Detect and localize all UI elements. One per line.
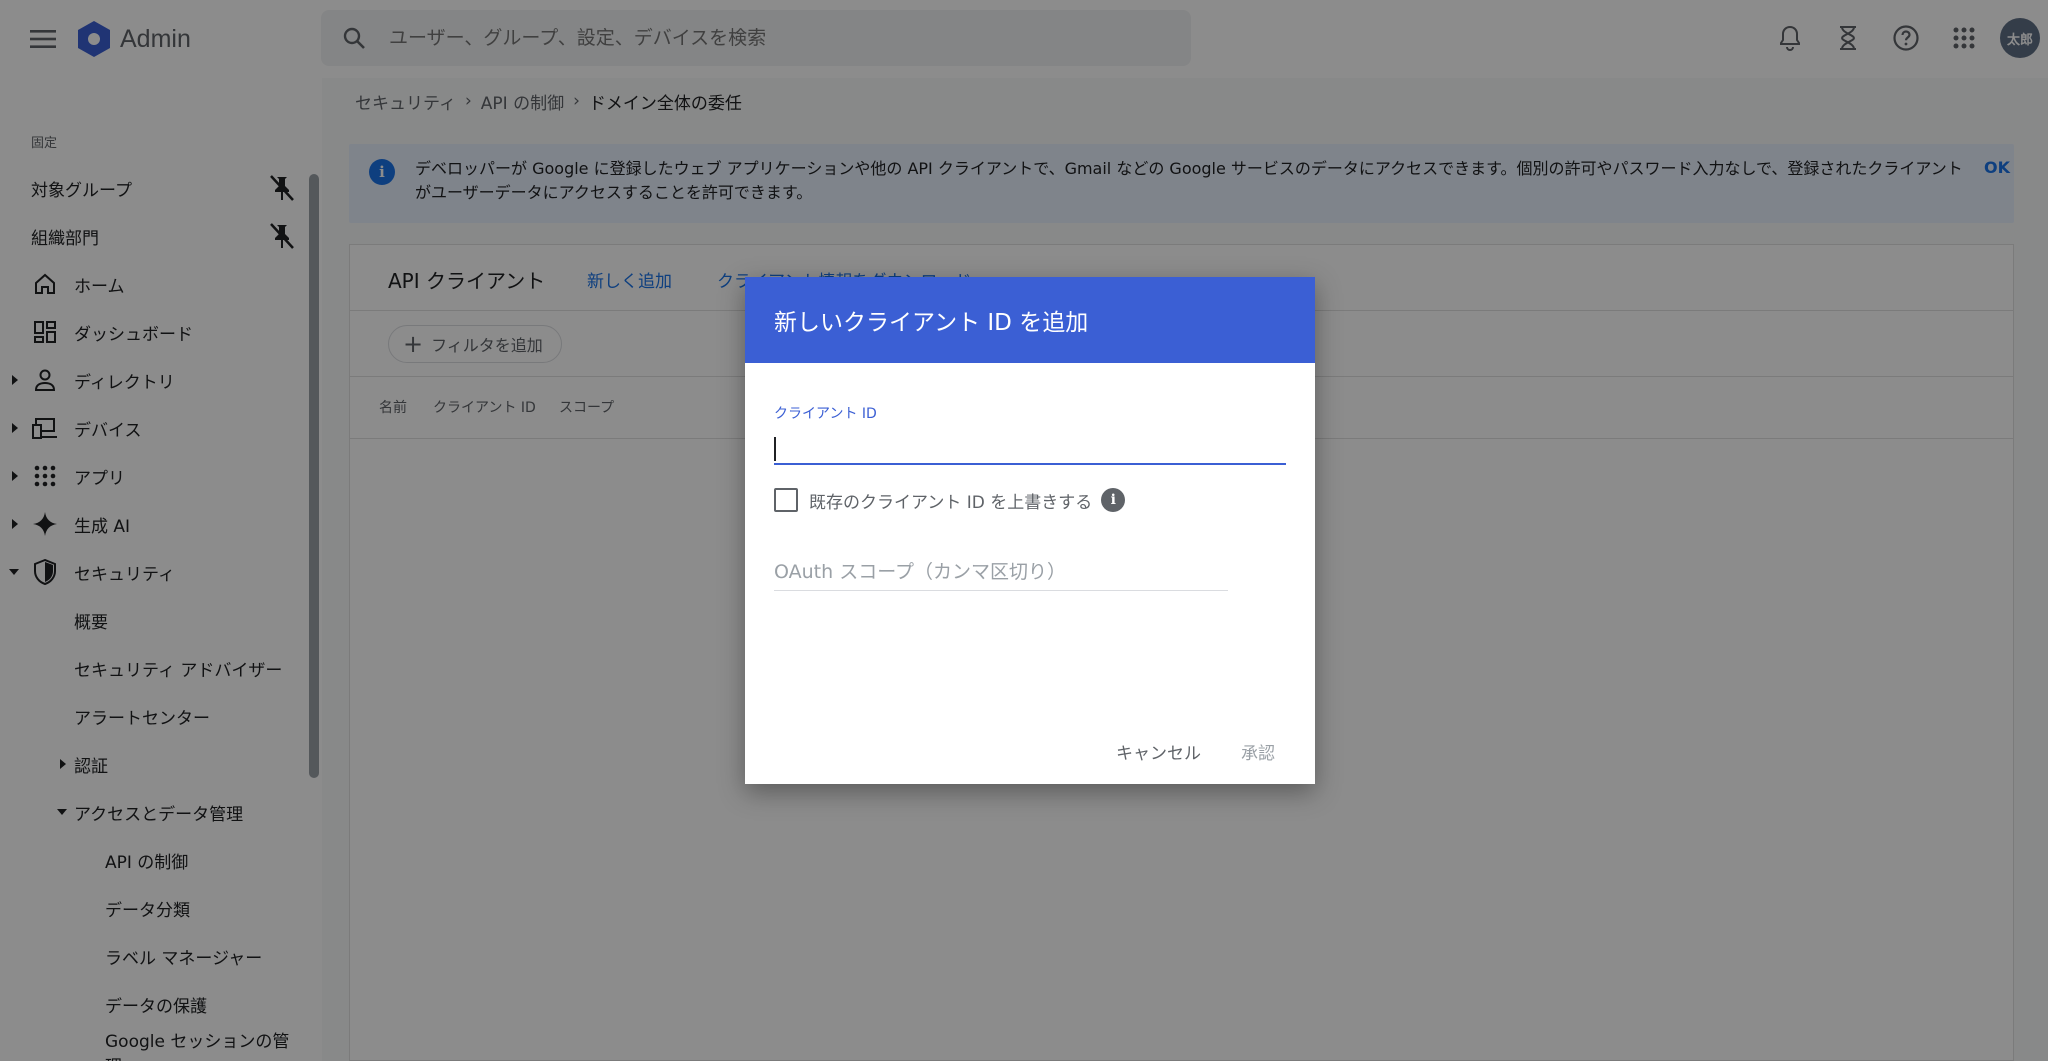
dialog-actions: キャンセル 承認	[1116, 739, 1275, 764]
add-client-id-dialog: 新しいクライアント ID を追加 クライアント ID 既存のクライアント ID …	[745, 277, 1315, 784]
client-id-input[interactable]	[774, 431, 1286, 465]
overwrite-checkbox[interactable]	[774, 488, 798, 512]
overwrite-label[interactable]: 既存のクライアント ID を上書きする	[809, 488, 1092, 513]
dialog-title: 新しいクライアント ID を追加	[774, 310, 1089, 336]
text-cursor	[774, 437, 776, 461]
cancel-button[interactable]: キャンセル	[1116, 739, 1201, 764]
dialog-header: 新しいクライアント ID を追加	[745, 277, 1315, 363]
approve-button[interactable]: 承認	[1241, 739, 1275, 764]
client-id-label: クライアント ID	[774, 406, 877, 422]
overwrite-row: 既存のクライアント ID を上書きする i	[774, 485, 1126, 515]
info-icon[interactable]: i	[1101, 488, 1126, 512]
oauth-scopes-input[interactable]	[774, 553, 1228, 591]
